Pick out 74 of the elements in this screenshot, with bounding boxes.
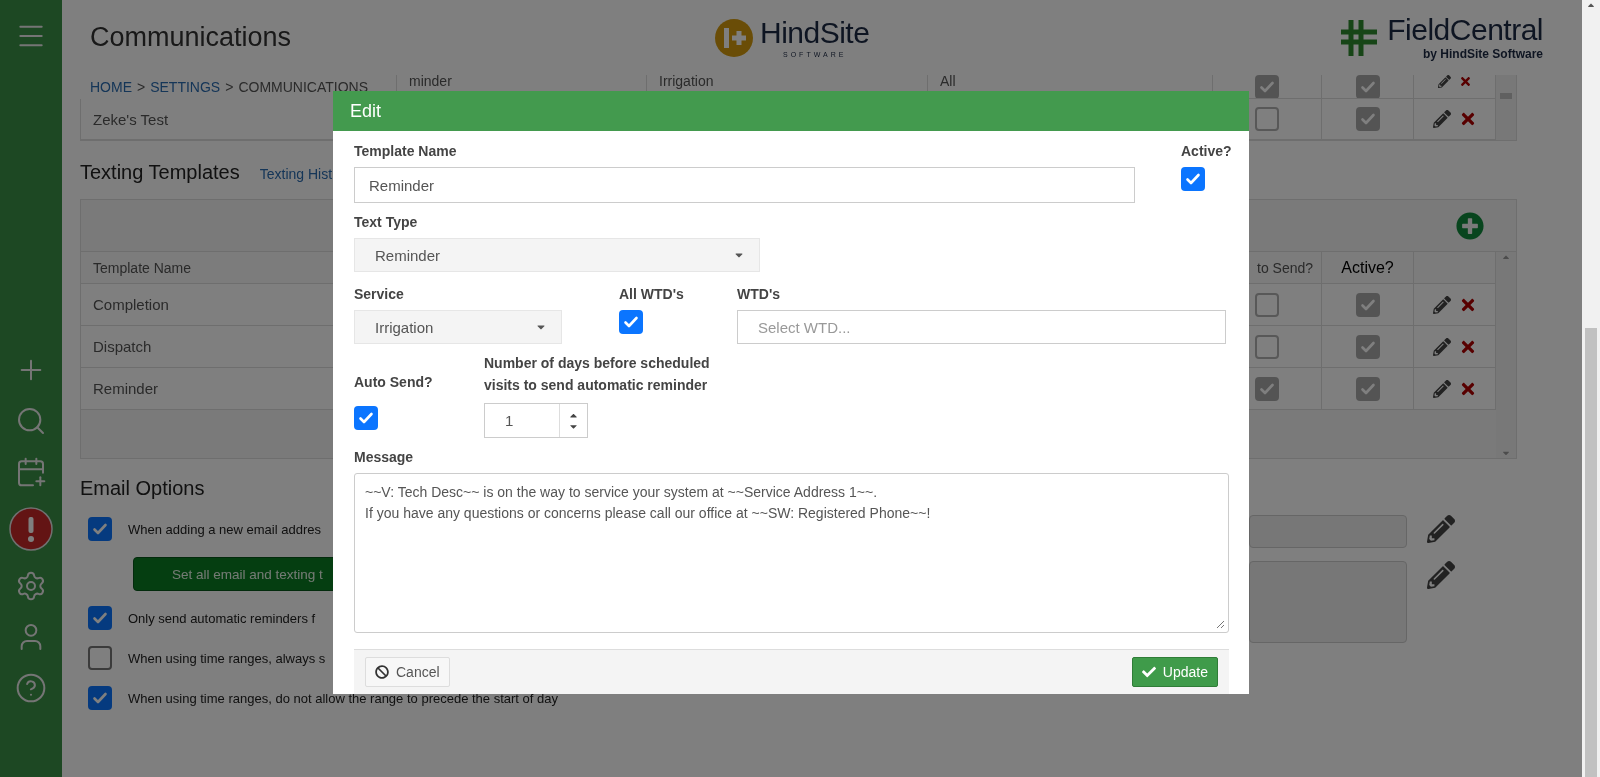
scrollbar[interactable] [1582,0,1600,777]
field-label: Text Type [354,213,419,232]
pencil-icon[interactable] [1432,337,1451,356]
checkmark-icon [92,690,108,706]
option-label: When using time ranges, always s [128,650,326,666]
checkbox[interactable] [1355,334,1380,359]
checkmark-icon [1359,111,1376,127]
pencil-icon[interactable] [1432,379,1451,398]
calendar-icon[interactable] [15,456,47,488]
checkmark-icon [1141,665,1156,680]
logo-text: HindSite [760,17,870,48]
ban-icon [375,665,389,680]
text-type-select[interactable]: Reminder [354,238,760,273]
resize-grip-icon [1216,620,1225,630]
field-label: Number of days before scheduled visits to send automatic reminder [484,354,711,396]
dialog-title: Edit [333,91,1249,132]
breadcrumb-separator: > [225,79,234,95]
checkbox[interactable] [1255,334,1279,359]
cancel-button[interactable]: Cancel [365,657,450,688]
add-icon[interactable] [1456,211,1484,240]
close-icon[interactable] [1458,75,1472,88]
text-field[interactable] [1249,515,1407,548]
option-label: Only send automatic reminders f [128,610,316,626]
pencil-icon[interactable] [1427,515,1455,543]
template-name-field[interactable]: Reminder [354,167,1135,204]
scrollbar[interactable] [1496,75,1516,99]
checkmark-icon [92,521,108,537]
number-field[interactable]: 1 [484,403,588,439]
checkbox[interactable] [88,646,112,670]
field-label: All WTD's [619,285,685,304]
column-header: Active? [1322,252,1414,283]
help-icon[interactable] [15,672,47,704]
checkmark-icon [92,610,108,626]
text-area[interactable] [1249,561,1407,643]
scrollbar[interactable] [1496,99,1516,140]
field-label: Template Name [354,142,458,161]
field-label: WTD's [737,285,781,304]
update-button[interactable]: Update [1131,657,1218,688]
message-field[interactable]: ~~V: Tech Desc~~ is on the way to service your system at ~~Service Address 1~~. If you have any questions or concerns please call our office at ~~SW: Registered Phone~~! [354,473,1229,634]
checkbox[interactable] [1355,75,1380,98]
pencil-icon[interactable] [1432,110,1451,128]
checkbox[interactable] [1255,75,1279,98]
field-label: Active? [1181,142,1232,161]
checkbox[interactable] [88,606,112,630]
checkbox[interactable] [1355,376,1380,401]
breadcrumb-separator: > [137,79,146,95]
checkmark-icon [1359,79,1376,95]
checkbox[interactable] [619,310,643,335]
pencil-icon[interactable] [1432,295,1451,314]
logo-icon [714,17,754,58]
checkbox[interactable] [1255,292,1279,317]
section-title: Texting Templates [80,161,240,184]
checkbox[interactable] [88,686,112,710]
checkbox[interactable] [1355,107,1380,131]
logo-text: FieldCentral [1387,15,1543,45]
alert-icon[interactable] [9,507,53,551]
checkbox[interactable] [1255,376,1279,401]
checkmark-icon [1259,79,1275,95]
field-label: Message [354,448,415,467]
checkbox[interactable] [1355,292,1380,317]
option-label: When using time ranges, do not allow the range to precede the start of day [128,690,558,706]
section-title: Email Options [80,477,205,500]
checkbox[interactable] [88,517,112,541]
pencil-icon[interactable] [1427,561,1455,589]
page-title: Communications [90,22,293,53]
pencil-icon[interactable] [1437,75,1451,88]
checkbox[interactable] [1181,167,1205,192]
checkbox[interactable] [1255,107,1279,131]
option-label: When adding a new email addres [128,521,321,537]
settings-icon[interactable] [15,570,47,602]
search-icon[interactable] [15,405,47,437]
logo-tagline: by HindSite Software [1422,48,1543,60]
service-select[interactable]: Irrigation [354,310,562,345]
checkbox[interactable] [354,406,378,431]
